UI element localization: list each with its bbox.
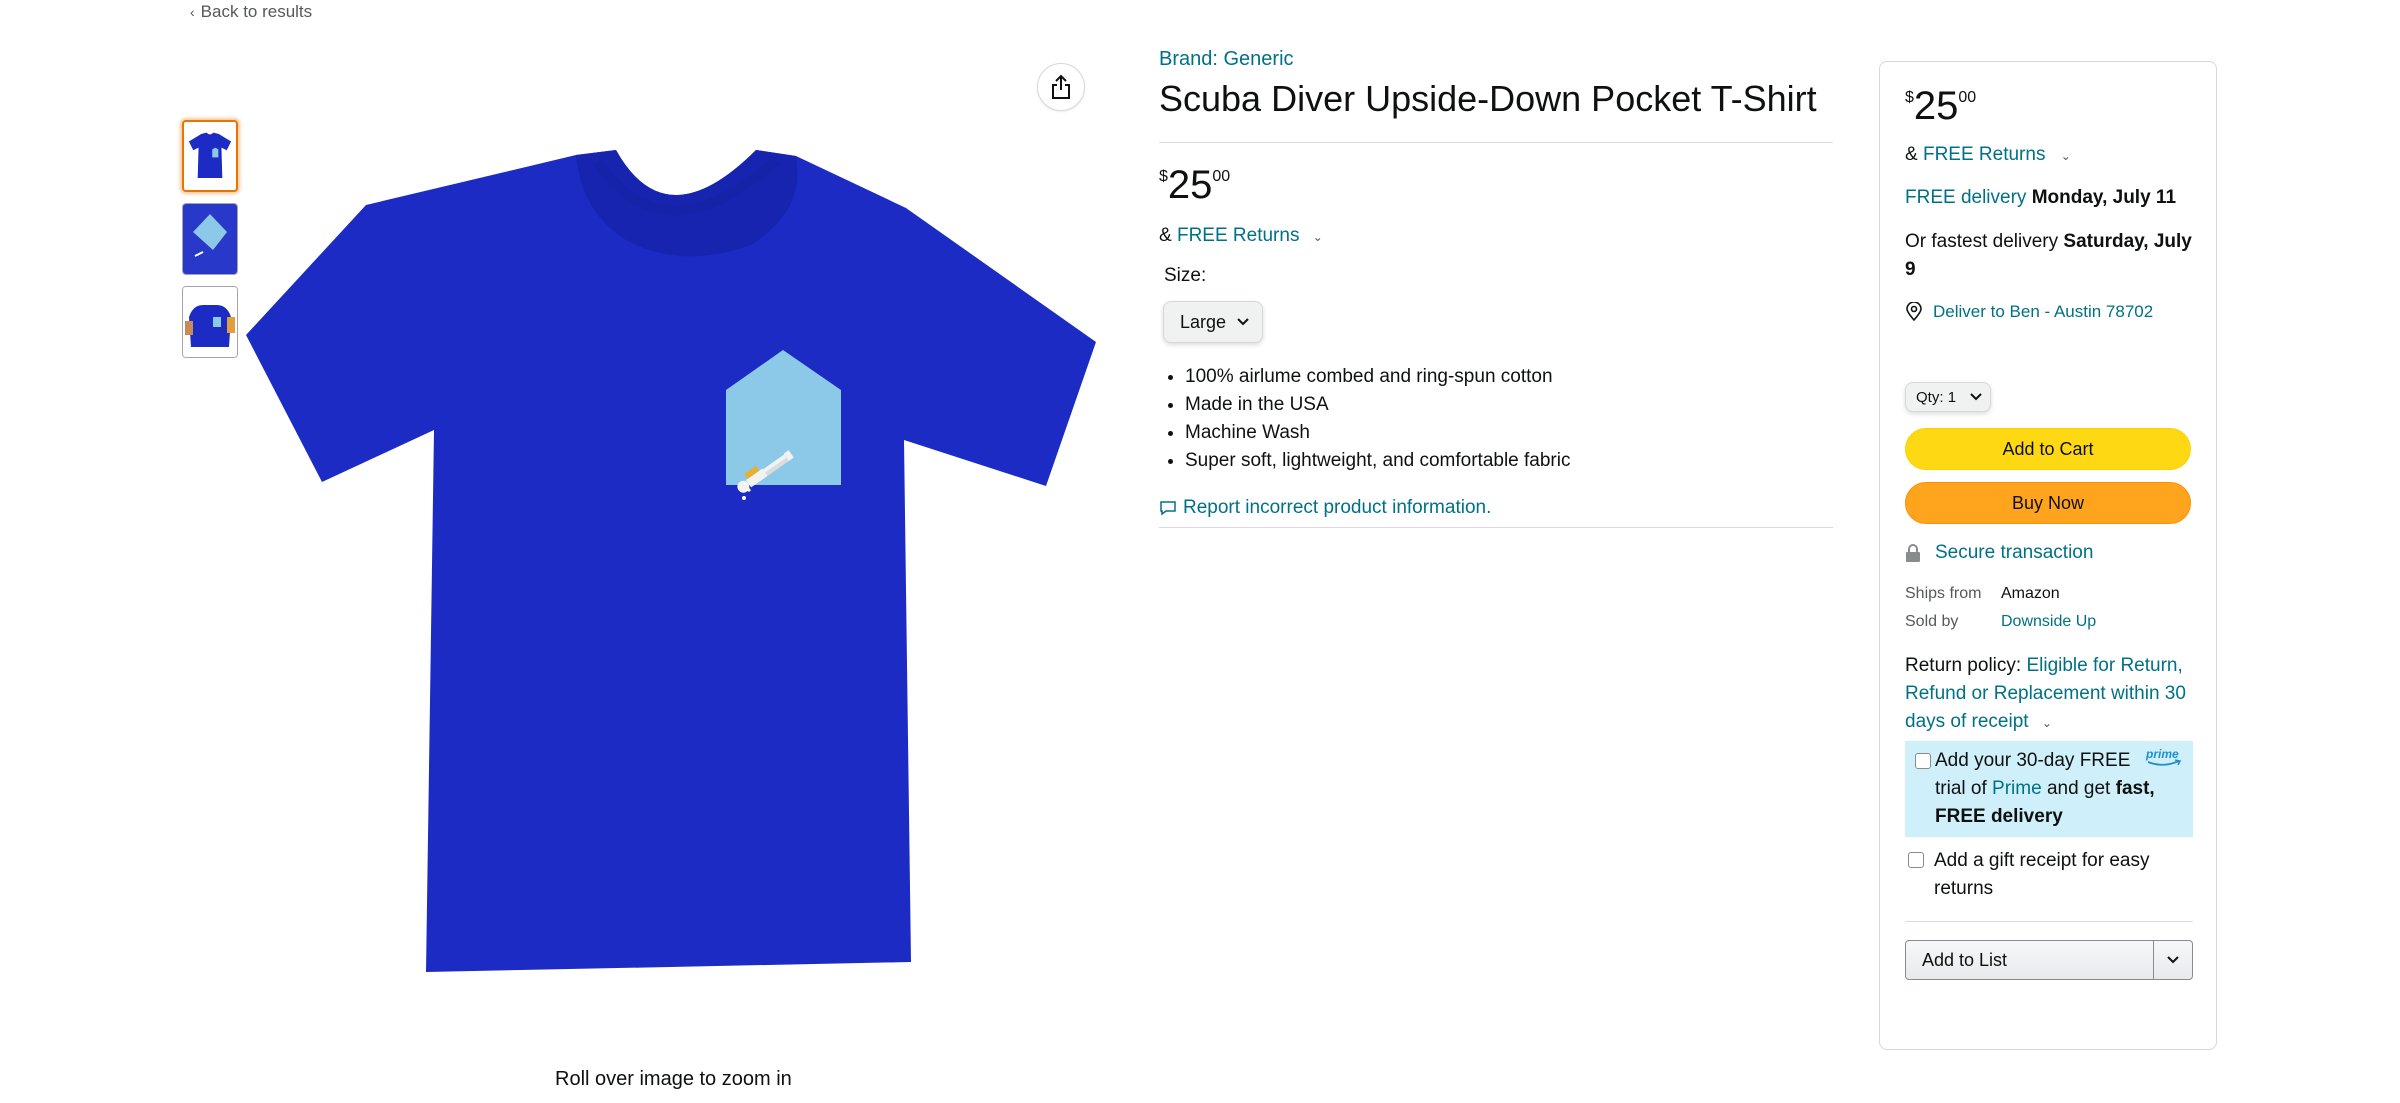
qty-label: Qty: xyxy=(1916,388,1944,406)
prime-logo-text: prime xyxy=(2145,747,2179,761)
add-to-cart-button[interactable]: Add to Cart xyxy=(1905,428,2191,470)
price-fraction: 00 xyxy=(1212,168,1231,186)
free-delivery-link[interactable]: FREE delivery xyxy=(1905,187,2026,208)
gift-receipt-label: Add a gift receipt for easy returns xyxy=(1934,850,2150,899)
prime-trial-checkbox[interactable] xyxy=(1915,753,1931,769)
price-fraction: 00 xyxy=(1958,89,1977,106)
fastest-delivery: Or fastest delivery Saturday, July 9 xyxy=(1905,228,2192,284)
fastest-prefix: Or fastest delivery xyxy=(1905,231,2059,252)
bullet-item: Machine Wash xyxy=(1185,419,1833,447)
size-label: Size: xyxy=(1164,265,1207,287)
buybox-returns: & FREE Returns ⌄ xyxy=(1905,144,2192,166)
divider xyxy=(1905,921,2193,922)
divider xyxy=(1159,527,1833,529)
add-to-list-button[interactable]: Add to List xyxy=(1905,940,2193,980)
report-link-label: Report incorrect product information. xyxy=(1183,497,1492,519)
prime-trial-box: Add your 30-day FREE trial of Prime and … xyxy=(1905,741,2193,837)
share-icon xyxy=(1052,74,1070,99)
secure-transaction-label: Secure transaction xyxy=(1935,542,2094,563)
delivery-date: Monday, July 11 xyxy=(2031,187,2177,208)
buybox-price: $ 25 00 xyxy=(1905,86,2192,126)
sold-by-row: Sold by Downside Up xyxy=(1905,608,2192,636)
speech-bubble-icon xyxy=(1160,501,1176,516)
delivery-info: FREE delivery Monday, July 11 xyxy=(1905,184,2192,212)
ships-from-row: Ships from Amazon xyxy=(1905,580,2192,608)
bullet-item: Made in the USA xyxy=(1185,391,1833,419)
price-whole: 25 xyxy=(1913,84,1959,128)
prime-text-2: and get xyxy=(2046,778,2111,799)
back-to-results-link[interactable]: ‹ Back to results xyxy=(190,2,312,22)
gift-receipt-checkbox[interactable] xyxy=(1908,852,1924,868)
chevron-down-icon[interactable]: ⌄ xyxy=(2042,716,2052,730)
location-pin-icon xyxy=(1906,302,1922,322)
ships-from-value: Amazon xyxy=(2001,585,2060,602)
quantity-dropdown[interactable]: Qty: 1 xyxy=(1905,382,1991,412)
size-value: Large xyxy=(1180,311,1227,332)
sold-by-label: Sold by xyxy=(1905,613,1959,630)
prime-link[interactable]: Prime xyxy=(1992,778,2042,799)
chevron-left-icon: ‹ xyxy=(190,4,195,20)
free-returns-link[interactable]: FREE Returns xyxy=(1177,225,1299,246)
back-link-label: Back to results xyxy=(200,2,313,21)
deliver-to-label: Deliver to Ben - Austin 78702 xyxy=(1933,302,2154,321)
buy-box: $ 25 00 & FREE Returns ⌄ FREE delivery M… xyxy=(1879,61,2217,1050)
price-symbol: $ xyxy=(1905,89,1914,106)
seller-link[interactable]: Downside Up xyxy=(2001,608,2096,636)
divider xyxy=(1159,142,1833,144)
free-returns-link[interactable]: FREE Returns xyxy=(1923,144,2045,165)
chevron-down-icon xyxy=(1237,318,1249,326)
brand-link[interactable]: Brand: Generic xyxy=(1159,48,1833,71)
tshirt-image xyxy=(246,150,1096,972)
thumbnail-strip xyxy=(182,120,240,369)
ships-sold-info: Ships from Amazon Sold by Downside Up xyxy=(1905,580,2192,636)
size-dropdown[interactable]: Large xyxy=(1163,301,1263,344)
main-product-image[interactable] xyxy=(246,120,1101,1010)
product-title: Scuba Diver Upside-Down Pocket T-Shirt xyxy=(1159,78,1817,119)
bullet-item: Super soft, lightweight, and comfortable… xyxy=(1185,447,1833,475)
returns-prefix: & xyxy=(1159,225,1172,247)
chevron-down-icon[interactable]: ⌄ xyxy=(1313,230,1323,244)
secure-transaction[interactable]: Secure transaction xyxy=(1905,542,2192,564)
feature-bullets: 100% airlume combed and ring-spun cotton… xyxy=(1159,363,1833,475)
add-to-list-label: Add to List xyxy=(1906,941,2154,979)
qty-value: 1 xyxy=(1947,388,1957,406)
chevron-down-icon[interactable]: ⌄ xyxy=(2061,149,2071,163)
report-incorrect-info-link[interactable]: Report incorrect product information. xyxy=(1159,497,1833,519)
chevron-down-icon xyxy=(2167,956,2179,964)
price-symbol: $ xyxy=(1159,168,1168,186)
price-whole: 25 xyxy=(1167,163,1213,208)
add-to-list-dropdown[interactable] xyxy=(2154,941,2192,979)
gift-receipt-option: Add a gift receipt for easy returns xyxy=(1905,847,2192,903)
lock-icon xyxy=(1906,544,1920,562)
return-policy-label: Return policy: xyxy=(1905,655,2022,676)
thumbnail-2[interactable] xyxy=(182,203,238,275)
pocket-detail-thumbnail-icon xyxy=(183,204,237,274)
share-button[interactable] xyxy=(1037,63,1085,111)
zoom-hint: Roll over image to zoom in xyxy=(555,1068,792,1090)
product-details: Brand: Generic Scuba Diver Upside-Down P… xyxy=(1159,48,1833,529)
product-price: $ 25 00 xyxy=(1159,165,1833,205)
deliver-to-link[interactable]: Deliver to Ben - Austin 78702 xyxy=(1905,302,2192,322)
returns-prefix: & xyxy=(1905,144,1918,165)
model-thumbnail-icon xyxy=(183,287,237,357)
thumbnail-1[interactable] xyxy=(182,120,238,192)
ships-from-label: Ships from xyxy=(1905,585,1982,602)
bullet-item: 100% airlume combed and ring-spun cotton xyxy=(1185,363,1833,391)
thumbnail-3[interactable] xyxy=(182,286,238,358)
chevron-down-icon xyxy=(1970,393,1982,401)
returns-info: & FREE Returns ⌄ xyxy=(1159,225,1833,247)
prime-trial-text: Add your 30-day FREE trial of Prime and … xyxy=(1915,747,2155,831)
return-policy: Return policy: Eligible for Return, Refu… xyxy=(1905,652,2192,737)
buy-now-button[interactable]: Buy Now xyxy=(1905,482,2191,524)
tshirt-thumbnail-icon xyxy=(188,132,232,178)
prime-logo-icon: prime xyxy=(2145,747,2182,766)
